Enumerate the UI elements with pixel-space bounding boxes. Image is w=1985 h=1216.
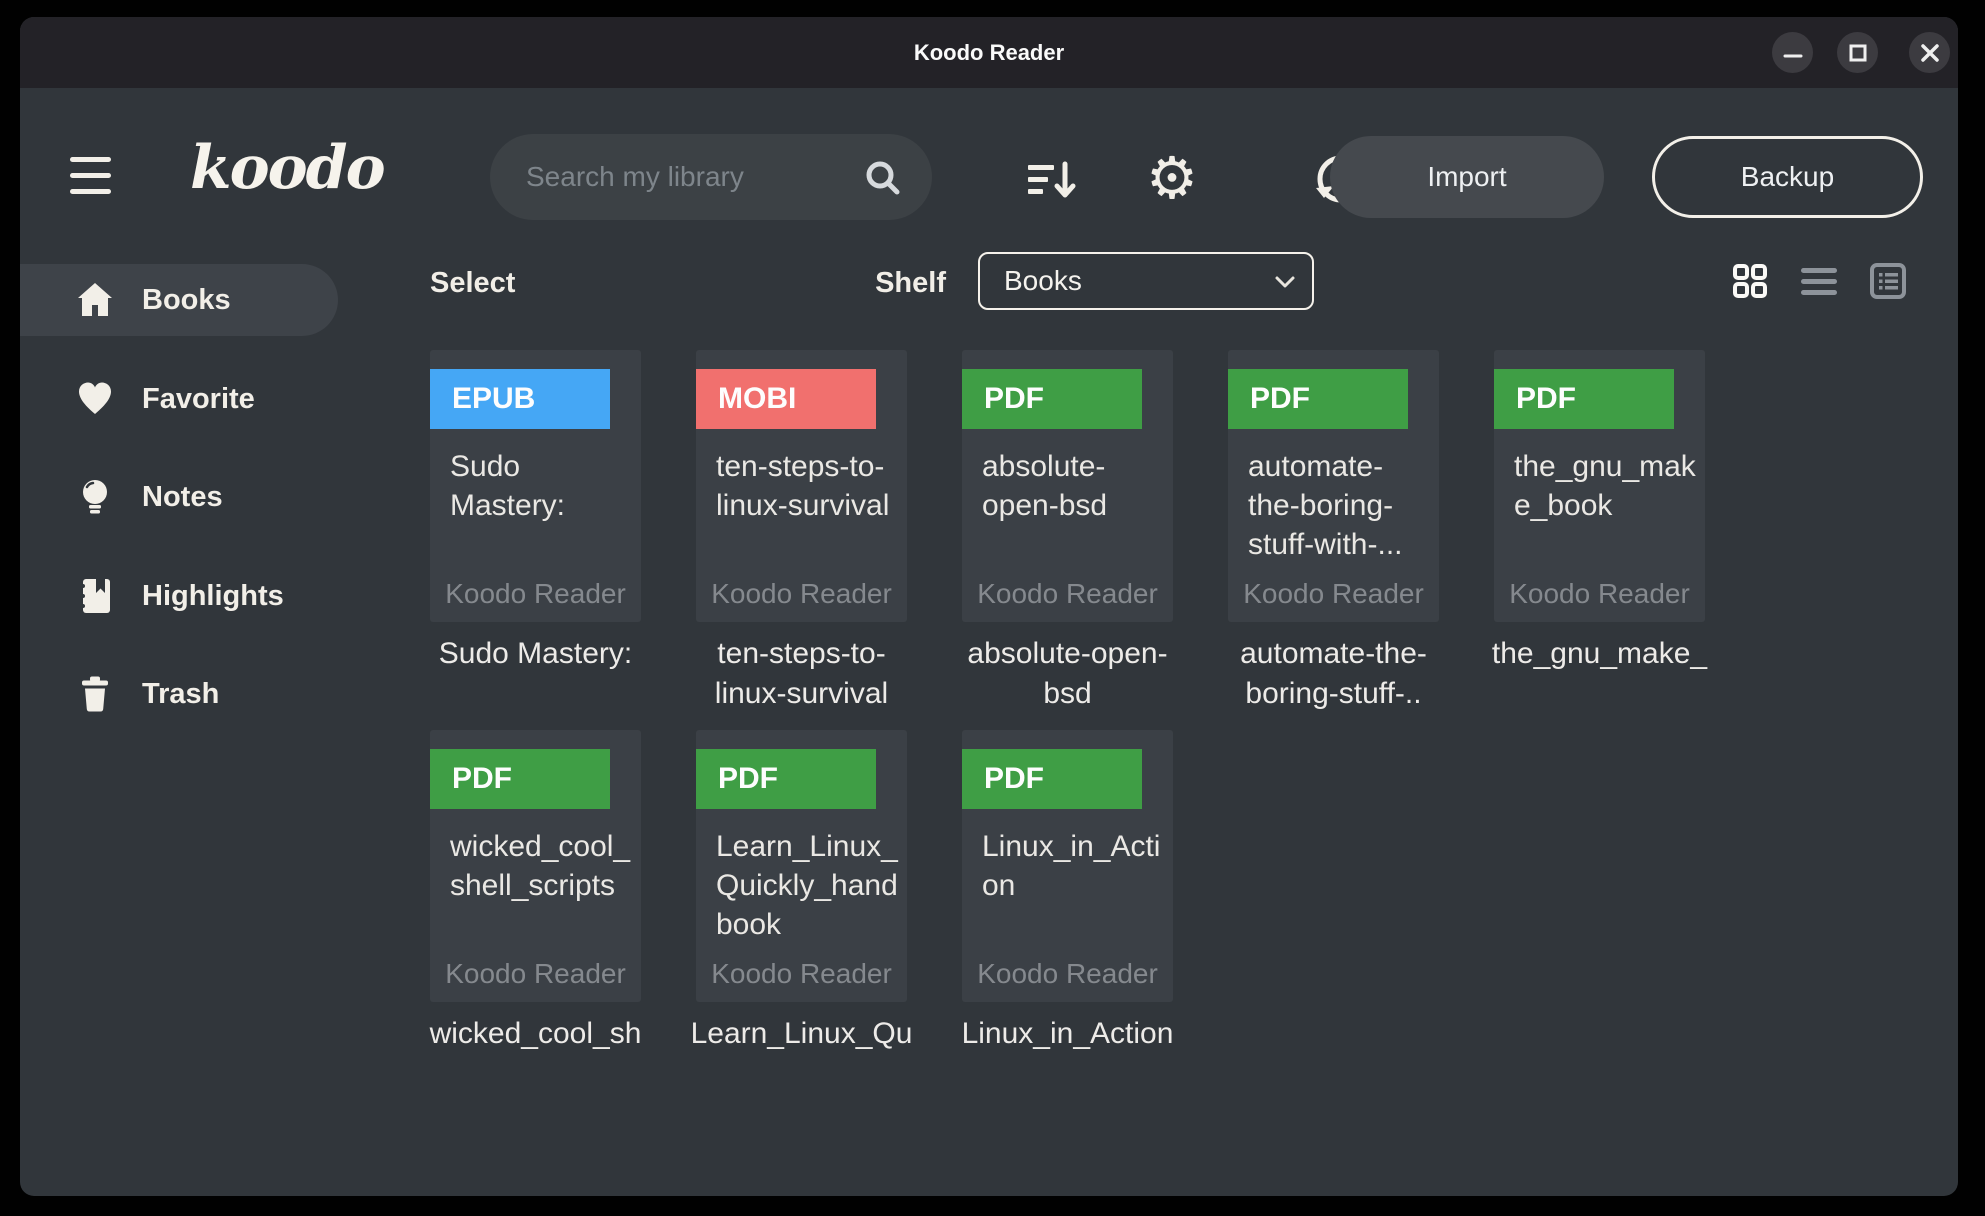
book-publisher: Koodo Reader (430, 578, 641, 610)
shelf-select[interactable]: Books (978, 252, 1314, 310)
book-slot: PDF automate- the-boring- stuff-with-...… (1228, 350, 1439, 780)
book-card[interactable]: PDF Linux_in_Acti on Koodo Reader (962, 730, 1173, 1002)
book-publisher: Koodo Reader (696, 578, 907, 610)
book-card[interactable]: PDF the_gnu_mak e_book Koodo Reader (1494, 350, 1705, 622)
book-title: the_gnu_mak e_book (1514, 447, 1698, 525)
book-caption: wicked_cool_sh (403, 1014, 668, 1054)
book-publisher: Koodo Reader (1228, 578, 1439, 610)
shelf-label: Shelf (868, 267, 946, 300)
lightbulb-icon (75, 477, 115, 517)
book-slot: PDF absolute- open-bsd Koodo Reader abso… (962, 350, 1173, 780)
sidebar-item-label: Trash (142, 678, 219, 711)
titlebar: Koodo Reader (20, 17, 1958, 88)
book-publisher: Koodo Reader (430, 958, 641, 990)
app-window: Koodo Reader koodo ⚙ (20, 17, 1958, 1196)
book-caption: Learn_Linux_Qu (669, 1014, 934, 1054)
sidebar-item-label: Highlights (142, 580, 284, 613)
format-badge: PDF (1494, 369, 1674, 429)
book-title: Sudo Mastery: (450, 447, 634, 525)
format-badge: PDF (430, 749, 610, 809)
book-title: absolute- open-bsd (982, 447, 1166, 525)
book-slot: MOBI ten-steps-to- linux-survival Koodo … (696, 350, 907, 780)
book-card[interactable]: PDF Learn_Linux_ Quickly_hand book Koodo… (696, 730, 907, 1002)
sidebar-item-highlights[interactable]: Highlights (75, 576, 284, 616)
sidebar-item-trash[interactable]: Trash (75, 674, 219, 714)
format-badge: PDF (962, 369, 1142, 429)
book-caption: automate-the- boring-stuff-.. (1201, 634, 1466, 714)
list-view-icon[interactable] (1801, 263, 1837, 299)
sidebar-item-books[interactable]: Books (75, 280, 231, 320)
grid-view-icon[interactable] (1732, 263, 1768, 299)
chevron-down-icon (1274, 275, 1296, 289)
book-card[interactable]: PDF automate- the-boring- stuff-with-...… (1228, 350, 1439, 622)
maximize-icon[interactable] (1837, 32, 1878, 73)
book-title: ten-steps-to- linux-survival (716, 447, 900, 525)
hamburger-icon[interactable] (70, 157, 111, 194)
book-title: Learn_Linux_ Quickly_hand book (716, 827, 900, 944)
book-caption: Sudo Mastery: (403, 634, 668, 674)
book-title: automate- the-boring- stuff-with-... (1248, 447, 1432, 564)
book-caption: ten-steps-to- linux-survival (669, 634, 934, 714)
book-publisher: Koodo Reader (1494, 578, 1705, 610)
book-title: wicked_cool_ shell_scripts (450, 827, 634, 905)
import-button[interactable]: Import (1330, 136, 1604, 218)
heart-icon (75, 379, 115, 419)
sort-icon[interactable] (1022, 152, 1078, 213)
search-icon[interactable] (864, 159, 902, 202)
select-button[interactable]: Select (430, 267, 515, 300)
sidebar-item-label: Favorite (142, 383, 255, 416)
book-publisher: Koodo Reader (962, 578, 1173, 610)
book-title: Linux_in_Acti on (982, 827, 1166, 905)
book-caption: absolute-open- bsd (935, 634, 1200, 714)
book-caption: Linux_in_Action (935, 1014, 1200, 1054)
book-publisher: Koodo Reader (962, 958, 1173, 990)
trash-icon (75, 674, 115, 714)
book-caption: the_gnu_make_ (1467, 634, 1732, 674)
format-badge: PDF (1228, 369, 1408, 429)
book-slot: PDF Linux_in_Acti on Koodo Reader Linux_… (962, 730, 1173, 1160)
search-input[interactable] (526, 134, 846, 220)
book-publisher: Koodo Reader (696, 958, 907, 990)
format-badge: MOBI (696, 369, 876, 429)
shelf-selected-value: Books (1004, 254, 1082, 308)
home-icon (75, 280, 115, 320)
book-card[interactable]: EPUB Sudo Mastery: Koodo Reader (430, 350, 641, 622)
format-badge: EPUB (430, 369, 610, 429)
sidebar-item-favorite[interactable]: Favorite (75, 379, 255, 419)
backup-button[interactable]: Backup (1652, 136, 1923, 218)
book-slot: PDF the_gnu_mak e_book Koodo Reader the_… (1494, 350, 1705, 780)
journal-bookmark-icon (75, 576, 115, 616)
format-badge: PDF (962, 749, 1142, 809)
book-card[interactable]: MOBI ten-steps-to- linux-survival Koodo … (696, 350, 907, 622)
sidebar-item-label: Notes (142, 481, 223, 514)
detail-view-icon[interactable] (1870, 263, 1906, 299)
settings-gear-icon[interactable]: ⚙ (1142, 145, 1202, 211)
book-slot: PDF wicked_cool_ shell_scripts Koodo Rea… (430, 730, 641, 1160)
book-card[interactable]: PDF absolute- open-bsd Koodo Reader (962, 350, 1173, 622)
search-bar[interactable] (490, 134, 932, 220)
sidebar-item-label: Books (142, 284, 231, 317)
format-badge: PDF (696, 749, 876, 809)
book-card[interactable]: PDF wicked_cool_ shell_scripts Koodo Rea… (430, 730, 641, 1002)
minimize-icon[interactable] (1772, 32, 1813, 73)
sidebar-item-notes[interactable]: Notes (75, 477, 223, 517)
app-logo: koodo (190, 133, 384, 203)
book-slot: EPUB Sudo Mastery: Koodo Reader Sudo Mas… (430, 350, 641, 780)
book-slot: PDF Learn_Linux_ Quickly_hand book Koodo… (696, 730, 907, 1160)
window-title: Koodo Reader (20, 17, 1958, 88)
close-icon[interactable] (1909, 32, 1950, 73)
